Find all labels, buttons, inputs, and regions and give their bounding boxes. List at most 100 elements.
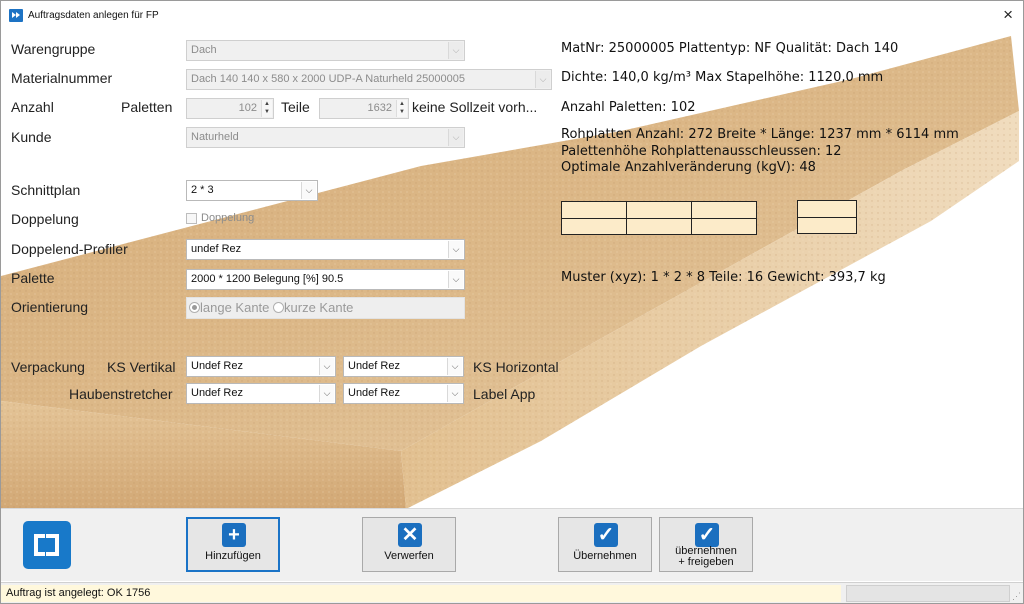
haubenstretcher-value: Undef Rez xyxy=(191,387,243,399)
bottom-toolbar: + Hinzufügen ✕ Verwerfen ✓ Übernehmen ✓ … xyxy=(1,508,1023,581)
chevron-down-icon[interactable]: ⌵ xyxy=(319,358,334,375)
doppelung-label: Doppelung xyxy=(11,211,79,227)
add-button-label: Hinzufügen xyxy=(205,550,261,562)
doppelend-profiler-select[interactable]: undef Rez ⌵ xyxy=(186,239,465,260)
info-kgv: Optimale Anzahlveränderung (kgV): 48 xyxy=(561,160,816,175)
stepper-arrows-icon[interactable]: ▲ ▼ xyxy=(261,100,272,117)
chevron-down-icon[interactable]: ⌵ xyxy=(447,385,462,402)
anzahl-label: Anzahl xyxy=(11,99,54,115)
accept-button[interactable]: ✓ Übernehmen xyxy=(558,517,652,572)
kurze-kante-label: kurze Kante xyxy=(284,300,354,315)
warengruppe-select[interactable]: Dach ⌵ xyxy=(186,40,465,61)
teile-label: Teile xyxy=(281,99,310,115)
schnittplan-label: Schnittplan xyxy=(11,182,81,198)
grid-cell xyxy=(561,201,627,219)
app-icon xyxy=(9,9,23,22)
radio-kurze-kante[interactable] xyxy=(273,302,285,313)
plus-icon: + xyxy=(222,523,246,547)
status-progress-panel xyxy=(846,585,1010,602)
accept-release-label: übernehmen + freigeben xyxy=(660,546,752,568)
muster-grid xyxy=(797,200,857,234)
chevron-down-icon[interactable]: ⌵ xyxy=(319,385,334,402)
orientierung-label: Orientierung xyxy=(11,299,89,315)
warengruppe-value: Dach xyxy=(191,44,217,56)
orientierung-radio-group: lange Kante kurze Kante xyxy=(186,297,465,319)
doppelung-checkbox-label: Doppelung xyxy=(201,212,255,224)
window-title: Auftragsdaten anlegen für FP xyxy=(28,10,159,21)
close-icon[interactable]: × xyxy=(1003,5,1013,25)
stepper-arrows-icon[interactable]: ▲ ▼ xyxy=(396,100,407,117)
accept-release-line2: + freigeben xyxy=(678,556,734,568)
teile-value: 1632 xyxy=(367,102,392,114)
palette-value: 2000 * 1200 Belegung [%] 90.5 xyxy=(191,273,344,285)
chevron-down-icon[interactable]: ⌵ xyxy=(535,71,550,88)
add-button[interactable]: + Hinzufügen xyxy=(186,517,280,572)
status-bar: Auftrag ist angelegt: OK 1756 ⋰ xyxy=(1,582,1023,603)
chevron-down-icon[interactable]: ⌵ xyxy=(301,182,316,199)
grid-cell xyxy=(691,201,757,219)
discard-button[interactable]: ✕ Verwerfen xyxy=(362,517,456,572)
haubenstretcher-select[interactable]: Undef Rez ⌵ xyxy=(186,383,336,404)
accept-button-label: Übernehmen xyxy=(573,550,637,562)
resize-grip-icon[interactable]: ⋰ xyxy=(1012,591,1021,602)
schnittplan-select[interactable]: 2 * 3 ⌵ xyxy=(186,180,318,201)
info-muster: Muster (xyz): 1 * 2 * 8 Teile: 16 Gewich… xyxy=(561,270,886,285)
warengruppe-label: Warengruppe xyxy=(11,41,96,57)
chevron-down-icon[interactable]: ⌵ xyxy=(448,129,463,146)
check-icon: ✓ xyxy=(594,523,618,547)
info-matnr: MatNr: 25000005 Plattentyp: NF Qualität:… xyxy=(561,41,899,56)
label-app-label: Label App xyxy=(473,386,536,402)
doppelend-profiler-value: undef Rez xyxy=(191,243,242,255)
info-dichte: Dichte: 140,0 kg/m³ Max Stapelhöhe: 1120… xyxy=(561,70,884,85)
discard-button-label: Verwerfen xyxy=(384,550,434,562)
label-app-select[interactable]: Undef Rez ⌵ xyxy=(343,383,464,404)
paletten-value: 102 xyxy=(238,102,257,114)
palette-select[interactable]: 2000 * 1200 Belegung [%] 90.5 ⌵ xyxy=(186,269,465,290)
schnittplan-value: 2 * 3 xyxy=(191,184,214,196)
chevron-down-icon[interactable]: ⌵ xyxy=(448,241,463,258)
company-logo-icon xyxy=(23,521,71,569)
grid-cell xyxy=(626,201,692,219)
accept-release-button[interactable]: ✓ übernehmen + freigeben xyxy=(659,517,753,572)
haubenstretcher-label: Haubenstretcher xyxy=(69,386,173,402)
verpackung-label: Verpackung xyxy=(11,359,85,375)
kunde-select[interactable]: Naturheld ⌵ xyxy=(186,127,465,148)
sollzeit-text: keine Sollzeit vorh... xyxy=(412,99,538,115)
lange-kante-label: lange Kante xyxy=(200,300,270,315)
dialog-window: Auftragsdaten anlegen für FP × Warengrup… xyxy=(0,0,1024,604)
chevron-down-icon[interactable]: ⌵ xyxy=(447,358,462,375)
radio-lange-kante[interactable] xyxy=(189,302,200,313)
check-icon: ✓ xyxy=(695,523,719,547)
doppelung-checkbox[interactable] xyxy=(186,213,197,224)
kunde-label: Kunde xyxy=(11,129,52,145)
title-bar: Auftragsdaten anlegen für FP × xyxy=(1,1,1023,31)
ks-horizontal-select[interactable]: Undef Rez ⌵ xyxy=(343,356,464,377)
grid-cell xyxy=(797,216,857,234)
label-app-value: Undef Rez xyxy=(348,387,400,399)
chevron-down-icon[interactable]: ⌵ xyxy=(448,42,463,59)
doppelend-profiler-label: Doppelend-Profiler xyxy=(11,241,128,257)
ks-horizontal-label: KS Horizontal xyxy=(473,359,559,375)
info-rohplatten: Rohplatten Anzahl: 272 Breite * Länge: 1… xyxy=(561,127,959,142)
x-icon: ✕ xyxy=(398,523,422,547)
ks-horizontal-value: Undef Rez xyxy=(348,360,400,372)
grid-cell xyxy=(797,200,857,218)
teile-stepper[interactable]: 1632 ▲ ▼ xyxy=(319,98,409,119)
chevron-down-icon[interactable]: ⌵ xyxy=(448,271,463,288)
kunde-value: Naturheld xyxy=(191,131,239,143)
grid-cell xyxy=(561,217,627,235)
ks-vertikal-label: KS Vertikal xyxy=(107,359,176,375)
materialnummer-value: Dach 140 140 x 580 x 2000 UDP-A Naturhel… xyxy=(191,73,465,85)
schnittplan-grid xyxy=(561,201,757,235)
materialnummer-select[interactable]: Dach 140 140 x 580 x 2000 UDP-A Naturhel… xyxy=(186,69,552,90)
grid-cell xyxy=(691,217,757,235)
info-palettenhoehe: Palettenhöhe Rohplattenausschleussen: 12 xyxy=(561,144,842,159)
materialnummer-label: Materialnummer xyxy=(11,70,113,86)
info-anzahl-paletten: Anzahl Paletten: 102 xyxy=(561,100,696,115)
paletten-label: Paletten xyxy=(121,99,173,115)
palette-label: Palette xyxy=(11,270,55,286)
paletten-stepper[interactable]: 102 ▲ ▼ xyxy=(186,98,274,119)
status-text: Auftrag ist angelegt: OK 1756 xyxy=(1,585,841,602)
grid-cell xyxy=(626,217,692,235)
ks-vertikal-select[interactable]: Undef Rez ⌵ xyxy=(186,356,336,377)
